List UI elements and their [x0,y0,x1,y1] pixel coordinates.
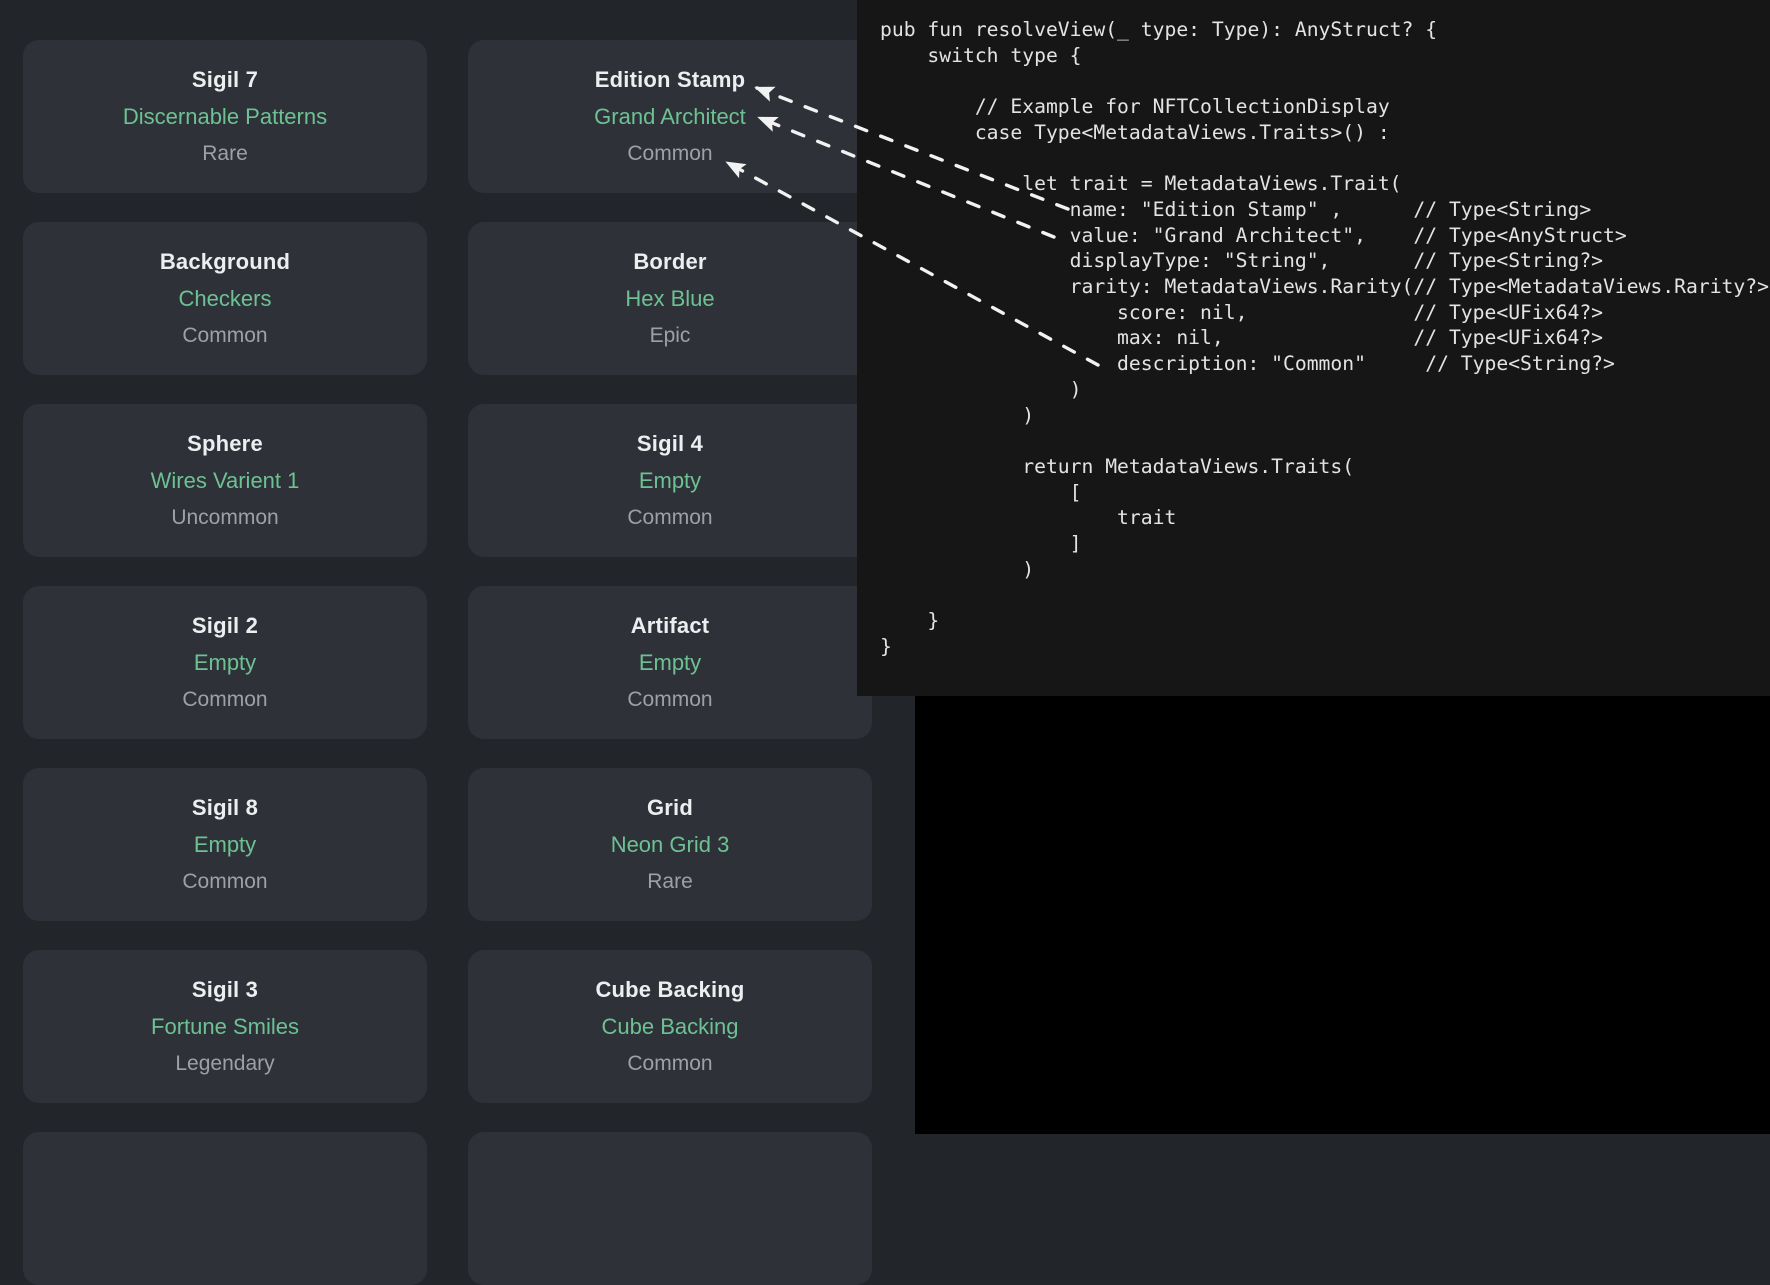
trait-rarity: Common [182,688,267,711]
trait-rarity: Common [627,1052,712,1075]
traits-grid: Sigil 7 Discernable Patterns Rare Edition S… [23,40,872,1285]
trait-rarity: Common [182,324,267,347]
trait-name: Edition Stamp [595,68,746,92]
trait-name: Background [160,250,290,274]
trait-value: Grand Architect [594,105,746,129]
trait-name: Grid [647,796,693,820]
trait-value: Empty [194,651,256,675]
trait-rarity: Common [627,506,712,529]
trait-name: Cube Backing [595,978,744,1002]
trait-value: Wires Varient 1 [151,469,300,493]
trait-name: Sigil 7 [192,68,258,92]
trait-value: Cube Backing [602,1015,739,1039]
trait-card: Sigil 4 Empty Common [468,404,872,557]
trait-value: Discernable Patterns [123,105,327,129]
trait-rarity: Legendary [175,1052,274,1075]
trait-rarity: Common [627,142,712,165]
trait-rarity: Rare [202,142,248,165]
code-block: pub fun resolveView(_ type: Type): AnySt… [857,0,1770,660]
trait-name: Sphere [187,432,263,456]
trait-card: Sigil 8 Empty Common [23,768,427,921]
trait-card: Artifact Empty Common [468,586,872,739]
trait-card: Edition Stamp Grand Architect Common [468,40,872,193]
trait-card: Grid Neon Grid 3 Rare [468,768,872,921]
trait-value: Neon Grid 3 [611,833,730,857]
trait-value: Hex Blue [625,287,714,311]
trait-rarity: Common [627,688,712,711]
trait-card: Sigil 2 Empty Common [23,586,427,739]
trait-card: Sigil 3 Fortune Smiles Legendary [23,950,427,1103]
black-region [915,696,1770,1134]
trait-value: Empty [194,833,256,857]
trait-card-partial [468,1132,872,1285]
trait-name: Sigil 8 [192,796,258,820]
trait-value: Fortune Smiles [151,1015,299,1039]
trait-name: Sigil 3 [192,978,258,1002]
trait-rarity: Uncommon [171,506,278,529]
trait-name: Sigil 2 [192,614,258,638]
trait-card-partial [23,1132,427,1285]
trait-card: Border Hex Blue Epic [468,222,872,375]
trait-card: Sigil 7 Discernable Patterns Rare [23,40,427,193]
trait-card: Background Checkers Common [23,222,427,375]
trait-value: Empty [639,469,701,493]
trait-name: Artifact [631,614,710,638]
trait-value: Checkers [179,287,272,311]
trait-card: Sphere Wires Varient 1 Uncommon [23,404,427,557]
trait-card: Cube Backing Cube Backing Common [468,950,872,1103]
trait-name: Border [633,250,706,274]
trait-value: Empty [639,651,701,675]
code-panel: pub fun resolveView(_ type: Type): AnySt… [857,0,1770,696]
trait-name: Sigil 4 [637,432,703,456]
trait-rarity: Common [182,870,267,893]
trait-rarity: Rare [647,870,693,893]
trait-rarity: Epic [650,324,691,347]
